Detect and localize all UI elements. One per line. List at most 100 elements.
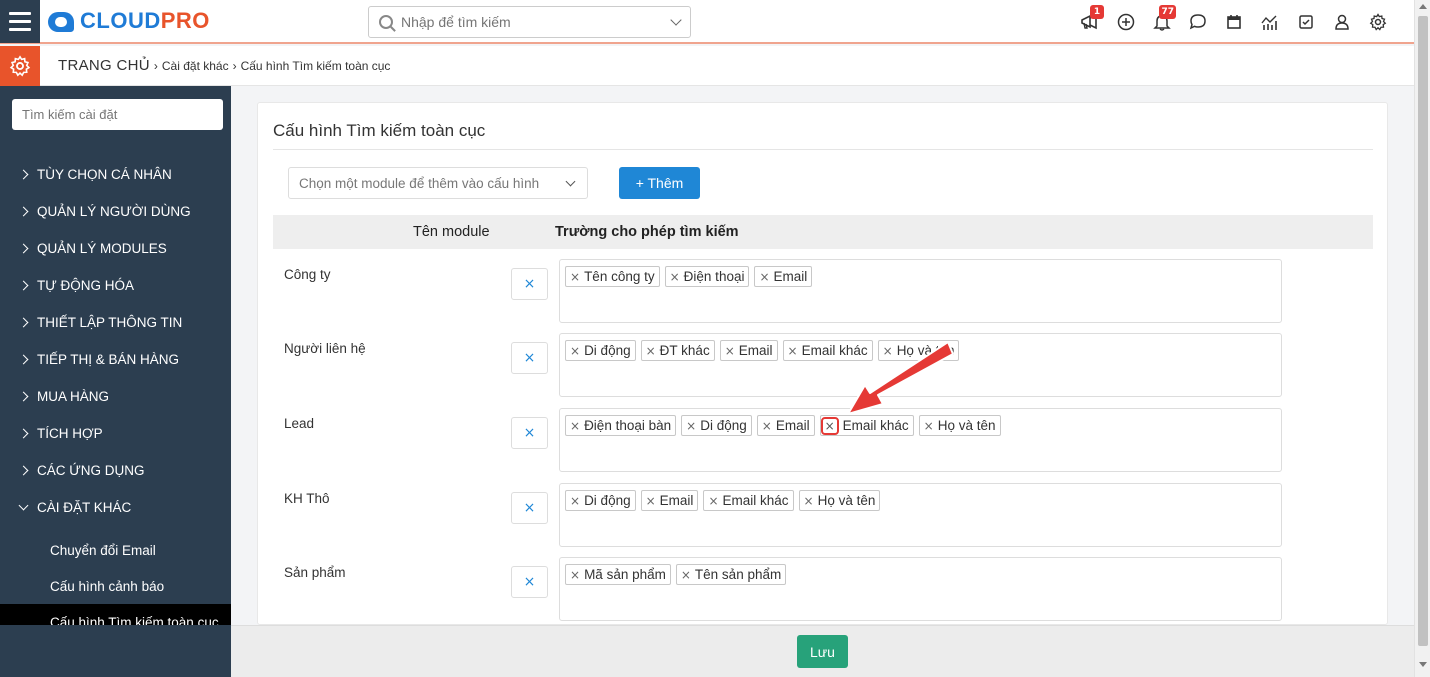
sidebar-item-purchasing[interactable]: MUA HÀNG — [0, 378, 231, 415]
remove-tag-icon[interactable]: × — [924, 419, 934, 433]
settings-gear-icon[interactable] — [0, 45, 40, 86]
bell-icon[interactable]: 77 — [1144, 0, 1180, 44]
sidebar-item-integration[interactable]: TÍCH HỢP — [0, 415, 231, 452]
remove-module-button[interactable]: × — [511, 566, 548, 598]
chevron-down-icon[interactable] — [670, 14, 682, 26]
remove-tag-icon[interactable]: × — [708, 494, 718, 508]
table-row: Công ty × × Tên công ty × Điện thoại × Emai… — [258, 259, 1387, 333]
field-tag: × Di động — [565, 340, 636, 361]
remove-tag-icon[interactable]: × — [883, 344, 893, 358]
module-name: Lead — [284, 416, 315, 431]
settings-menu: TÙY CHỌN CÁ NHÂN QUẢN LÝ NGƯỜI DÙNG QUẢN… — [0, 156, 231, 625]
remove-tag-icon[interactable]: × — [570, 419, 580, 433]
page-scrollbar[interactable] — [1414, 0, 1430, 677]
remove-module-button[interactable]: × — [511, 342, 548, 374]
breadcrumb-bar: TRANG CHỦ › Cài đặt khác › Cấu hình Tìm … — [0, 45, 1414, 86]
sidebar-item-personal[interactable]: TÙY CHỌN CÁ NHÂN — [0, 156, 231, 193]
scroll-down-arrow-icon[interactable] — [1419, 662, 1427, 667]
remove-tag-icon[interactable]: × — [788, 344, 798, 358]
sidebar-item-apps[interactable]: CÁC ỨNG DỤNG — [0, 452, 231, 489]
field-tag: × Mã sản phẩm — [565, 564, 671, 585]
field-tag: × ĐT khác — [640, 340, 715, 361]
search-icon — [379, 15, 393, 29]
sidebar-item-automation[interactable]: TỰ ĐỘNG HÓA — [0, 267, 231, 304]
header-fields: Trường cho phép tìm kiếm — [555, 224, 739, 240]
settings-search-input[interactable] — [12, 99, 223, 130]
chat-icon[interactable] — [1180, 0, 1216, 44]
sidebar-sub-alert-config[interactable]: Cấu hình cảnh báo — [0, 568, 231, 604]
field-tag: × Điện thoại bàn — [565, 415, 677, 436]
remove-tag-icon[interactable]: × — [570, 270, 580, 284]
chevron-right-icon — [18, 354, 29, 365]
module-name: KH Thô — [284, 491, 330, 506]
remove-tag-icon[interactable]: × — [646, 344, 656, 358]
sidebar-sub-email-convert[interactable]: Chuyển đổi Email — [0, 532, 231, 568]
notification-badge: 77 — [1159, 5, 1176, 19]
gear-icon[interactable] — [1360, 0, 1396, 44]
scroll-up-arrow-icon[interactable] — [1419, 4, 1427, 9]
remove-module-button[interactable]: × — [511, 268, 548, 300]
calendar-icon[interactable] — [1216, 0, 1252, 44]
remove-tag-icon[interactable]: × — [670, 270, 680, 284]
sidebar-sub-global-search[interactable]: Cấu hình Tìm kiếm toàn cục — [0, 604, 231, 625]
remove-tag-icon[interactable]: × — [570, 494, 580, 508]
save-bar: Lưu — [231, 625, 1414, 677]
sidebar-item-users[interactable]: QUẢN LÝ NGƯỜI DÙNG — [0, 193, 231, 230]
checkbox-icon[interactable] — [1288, 0, 1324, 44]
remove-tag-icon[interactable]: × — [759, 270, 769, 284]
search-fields-input[interactable]: × Di động × ĐT khác × Email × Email khác × Họ… — [559, 333, 1282, 397]
chart-icon[interactable] — [1252, 0, 1288, 44]
chevron-right-icon — [18, 206, 29, 217]
table-row: KH Thô × × Di động × Email × Email khác × Họ… — [258, 483, 1387, 557]
remove-tag-icon-highlighted[interactable]: × — [820, 416, 839, 435]
megaphone-icon[interactable]: 1 — [1072, 0, 1108, 44]
remove-tag-icon[interactable]: × — [570, 344, 580, 358]
sidebar-item-marketing-sales[interactable]: TIẾP THỊ & BÁN HÀNG — [0, 341, 231, 378]
global-search[interactable] — [368, 6, 691, 38]
chevron-right-icon — [18, 317, 29, 328]
user-icon[interactable] — [1324, 0, 1360, 44]
chevron-right-icon — [18, 169, 29, 180]
field-tag: × Email khác — [703, 490, 794, 511]
sidebar-item-modules[interactable]: QUẢN LÝ MODULES — [0, 230, 231, 267]
search-fields-input[interactable]: × Điện thoại bàn × Di động × Email × Email k… — [559, 408, 1282, 472]
remove-tag-icon[interactable]: × — [725, 344, 735, 358]
menu-icon[interactable] — [0, 0, 40, 43]
remove-tag-icon[interactable]: × — [681, 568, 691, 582]
global-search-input[interactable] — [401, 14, 672, 30]
field-tag: × Tên sản phẩm — [675, 564, 787, 585]
remove-tag-icon[interactable]: × — [686, 419, 696, 433]
search-fields-input[interactable]: × Di động × Email × Email khác × Họ và tên — [559, 483, 1282, 547]
field-tag: × Email khác — [782, 340, 873, 361]
table-header: Tên module Trường cho phép tìm kiếm — [273, 215, 1373, 249]
breadcrumb-current: Cấu hình Tìm kiếm toàn cục — [240, 58, 391, 73]
announcement-badge: 1 — [1090, 5, 1104, 19]
logo[interactable]: CLOUDPRO — [48, 0, 210, 43]
module-name: Người liên hệ — [284, 341, 366, 356]
remove-module-button[interactable]: × — [511, 492, 548, 524]
remove-tag-icon[interactable]: × — [646, 494, 656, 508]
global-search-config-card: Cấu hình Tìm kiếm toàn cục Chọn một modu… — [257, 102, 1388, 625]
save-button[interactable]: Lưu — [797, 635, 848, 668]
module-select[interactable]: Chọn một module để thêm vào cấu hình — [288, 167, 588, 199]
chevron-right-icon — [18, 465, 29, 476]
chevron-right-icon — [18, 243, 29, 254]
remove-tag-icon[interactable]: × — [804, 494, 814, 508]
search-fields-input[interactable]: × Tên công ty × Điện thoại × Email — [559, 259, 1282, 323]
breadcrumb-home[interactable]: TRANG CHỦ — [58, 57, 150, 74]
remove-tag-icon[interactable]: × — [570, 568, 580, 582]
chevron-right-icon — [18, 391, 29, 402]
search-fields-input[interactable]: × Mã sản phẩm × Tên sản phẩm — [559, 557, 1282, 621]
sidebar-footer — [0, 625, 231, 677]
plus-circle-icon[interactable] — [1108, 0, 1144, 44]
scroll-thumb[interactable] — [1418, 16, 1428, 646]
breadcrumb-level1[interactable]: Cài đặt khác — [162, 59, 229, 73]
remove-module-button[interactable]: × — [511, 417, 548, 449]
sidebar-item-info-setup[interactable]: THIẾT LẬP THÔNG TIN — [0, 304, 231, 341]
add-module-button[interactable]: + Thêm — [619, 167, 700, 199]
field-tag: × Email — [754, 266, 813, 287]
settings-sidebar: TÙY CHỌN CÁ NHÂN QUẢN LÝ NGƯỜI DÙNG QUẢN… — [0, 86, 231, 625]
module-name: Sản phẩm — [284, 565, 346, 580]
remove-tag-icon[interactable]: × — [762, 419, 772, 433]
sidebar-item-other-settings[interactable]: CÀI ĐẶT KHÁC — [0, 489, 231, 526]
